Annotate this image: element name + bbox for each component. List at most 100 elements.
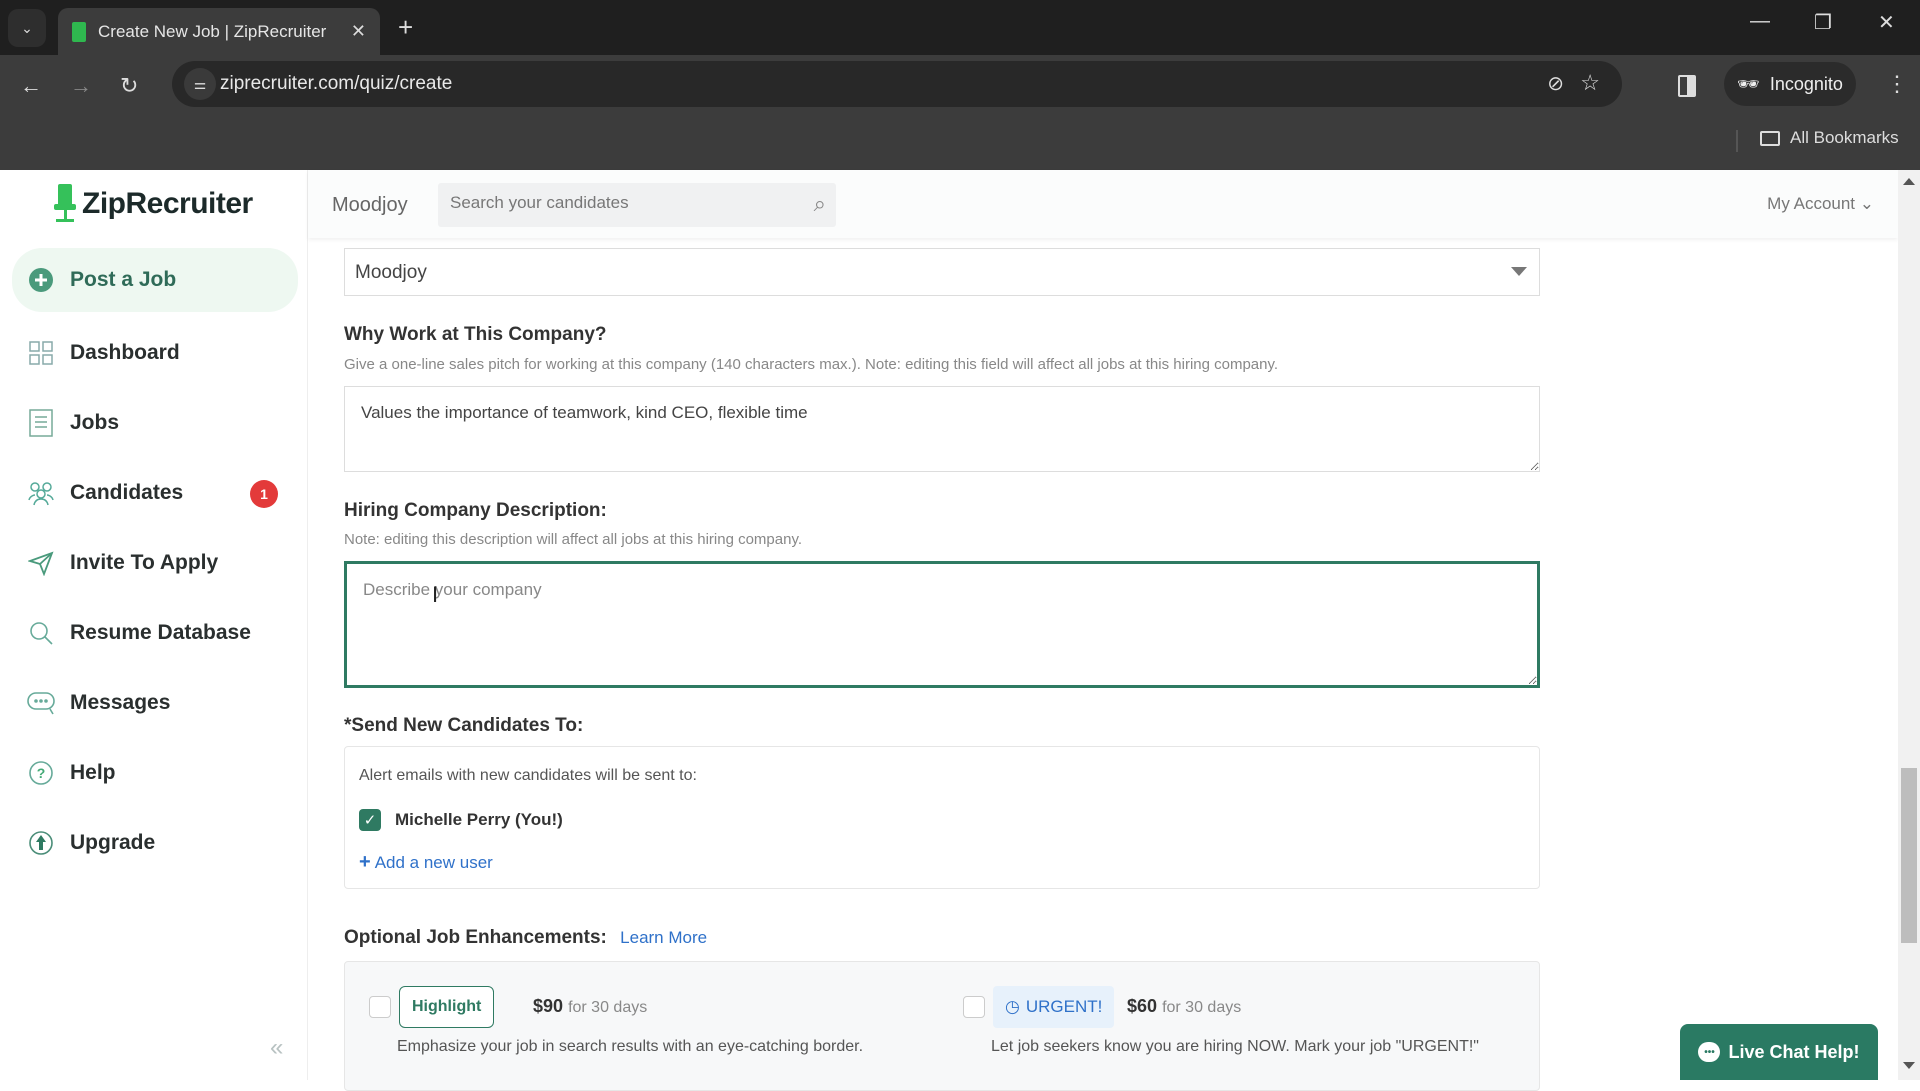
side-panel-icon[interactable] bbox=[1678, 75, 1696, 97]
add-user-label: Add a new user bbox=[374, 852, 493, 872]
scroll-up-arrow-icon[interactable] bbox=[1903, 178, 1915, 185]
add-new-user-link[interactable]: + Add a new user bbox=[359, 851, 493, 874]
why-work-textarea[interactable] bbox=[344, 386, 1540, 472]
scroll-down-arrow-icon[interactable] bbox=[1903, 1062, 1915, 1069]
recipient-checkbox[interactable]: ✓ bbox=[359, 809, 381, 831]
send-candidates-label: *Send New Candidates To: bbox=[344, 715, 584, 736]
bookmarks-bar: All Bookmarks bbox=[0, 118, 1920, 170]
browser-tab[interactable]: Create New Job | ZipRecruiter ✕ bbox=[58, 8, 380, 55]
price-period: for 30 days bbox=[568, 999, 648, 1016]
company-description-textarea[interactable] bbox=[344, 561, 1540, 688]
company-description-label: Hiring Company Description: bbox=[344, 500, 607, 521]
all-bookmarks-label: All Bookmarks bbox=[1790, 128, 1899, 147]
document-icon bbox=[26, 408, 56, 438]
chevron-down-icon: ⌄ bbox=[21, 19, 33, 36]
forward-icon[interactable]: → bbox=[70, 73, 92, 99]
all-bookmarks-button[interactable]: All Bookmarks bbox=[1760, 128, 1899, 148]
close-tab-icon[interactable]: ✕ bbox=[351, 21, 366, 42]
page: ZipRecruiter Post a Job Dashboard Jobs C… bbox=[0, 170, 1920, 1091]
sidebar-item-jobs[interactable]: Jobs bbox=[12, 388, 298, 458]
sidebar-item-label: Messages bbox=[70, 691, 171, 714]
restore-icon[interactable]: ❐ bbox=[1814, 10, 1832, 35]
eye-slash-icon[interactable]: ⊘ bbox=[1547, 71, 1564, 96]
incognito-icon: 🕶 bbox=[1737, 73, 1760, 94]
candidate-search-input[interactable] bbox=[450, 193, 790, 213]
text-cursor-icon: I bbox=[432, 582, 439, 607]
tab-search-button[interactable]: ⌄ bbox=[8, 9, 46, 47]
select-value: Moodjoy bbox=[355, 262, 427, 283]
browser-tab-bar: ⌄ Create New Job | ZipRecruiter ✕ + — ❐ … bbox=[0, 0, 1920, 55]
price-amount: $60 bbox=[1127, 996, 1158, 1016]
incognito-indicator[interactable]: 🕶 Incognito bbox=[1724, 62, 1856, 106]
url-text[interactable]: ziprecruiter.com/quiz/create bbox=[220, 73, 452, 95]
recipient-row[interactable]: ✓ Michelle Perry (You!) bbox=[359, 809, 563, 831]
logo-text: ZipRecruiter bbox=[82, 187, 253, 220]
upgrade-icon bbox=[26, 828, 56, 858]
search-icon[interactable]: ⌕ bbox=[814, 191, 826, 217]
live-chat-label: Live Chat Help! bbox=[1728, 1041, 1860, 1062]
reload-icon[interactable]: ↻ bbox=[120, 73, 138, 99]
sidebar-item-upgrade[interactable]: Upgrade bbox=[12, 808, 298, 878]
sidebar-item-messages[interactable]: Messages bbox=[12, 668, 298, 738]
urgent-price: $60 for 30 days bbox=[1127, 996, 1241, 1017]
learn-more-link[interactable]: Learn More bbox=[620, 928, 707, 947]
page-scrollbar[interactable] bbox=[1898, 170, 1920, 1080]
menu-kebab-icon[interactable]: ⋮ bbox=[1886, 71, 1908, 97]
new-tab-icon[interactable]: + bbox=[398, 12, 413, 43]
collapse-sidebar-icon[interactable]: « bbox=[270, 1034, 283, 1062]
candidate-search: ⌕ bbox=[438, 183, 836, 227]
why-work-label: Why Work at This Company? bbox=[344, 324, 607, 345]
close-window-icon[interactable]: ✕ bbox=[1878, 10, 1895, 35]
sidebar-item-invite-to-apply[interactable]: Invite To Apply bbox=[12, 528, 298, 598]
svg-text:?: ? bbox=[37, 765, 46, 781]
sidebar-item-post-a-job[interactable]: Post a Job bbox=[12, 248, 298, 312]
ziprecruiter-favicon-icon bbox=[72, 21, 86, 42]
minimize-icon[interactable]: — bbox=[1750, 10, 1770, 33]
price-period: for 30 days bbox=[1162, 999, 1242, 1016]
sidebar-item-dashboard[interactable]: Dashboard bbox=[12, 318, 298, 388]
people-icon bbox=[26, 478, 56, 508]
urgent-checkbox[interactable] bbox=[963, 996, 985, 1018]
urgent-description: Let job seekers know you are hiring NOW.… bbox=[991, 1038, 1479, 1055]
plus-circle-icon bbox=[26, 265, 56, 295]
sidebar-item-label: Resume Database bbox=[70, 621, 251, 644]
highlight-badge: Highlight bbox=[399, 986, 495, 1028]
sidebar-nav: Post a Job Dashboard Jobs Candidates 1 I… bbox=[12, 248, 298, 878]
send-icon bbox=[26, 548, 56, 578]
my-account-menu[interactable]: My Account ⌄ bbox=[1767, 194, 1874, 214]
sidebar-item-label: Candidates bbox=[70, 481, 184, 504]
clock-icon: ◷ bbox=[1005, 997, 1020, 1016]
browser-toolbar: ← → ↻ ⚌ ziprecruiter.com/quiz/create ⊘ ☆… bbox=[0, 55, 1920, 118]
highlight-description: Emphasize your job in search results wit… bbox=[397, 1038, 864, 1055]
grid-icon bbox=[26, 338, 56, 368]
sidebar-item-resume-database[interactable]: Resume Database bbox=[12, 598, 298, 668]
enhancements-title: Optional Job Enhancements: bbox=[344, 927, 607, 948]
hiring-company-select[interactable]: Moodjoy bbox=[344, 248, 1540, 296]
sidebar-item-candidates[interactable]: Candidates 1 bbox=[12, 458, 298, 528]
urgent-badge: ◷ URGENT! bbox=[993, 986, 1115, 1028]
ziprecruiter-logo[interactable]: ZipRecruiter bbox=[54, 184, 253, 224]
enhancements-box: Highlight $90 for 30 days Emphasize your… bbox=[344, 961, 1540, 1091]
why-work-hint: Give a one-line sales pitch for working … bbox=[344, 356, 1279, 373]
top-header: Moodjoy ⌕ My Account ⌄ bbox=[308, 170, 1898, 238]
back-icon[interactable]: ← bbox=[20, 73, 42, 99]
sidebar-item-label: Dashboard bbox=[70, 341, 180, 364]
site-settings-icon[interactable]: ⚌ bbox=[184, 68, 216, 100]
live-chat-button[interactable]: ••• Live Chat Help! bbox=[1680, 1024, 1878, 1080]
sidebar-item-label: Upgrade bbox=[70, 831, 156, 854]
help-icon: ? bbox=[26, 758, 56, 788]
address-bar[interactable]: ⚌ ziprecruiter.com/quiz/create ⊘ ☆ bbox=[172, 61, 1622, 107]
incognito-label: Incognito bbox=[1769, 73, 1843, 94]
price-amount: $90 bbox=[533, 996, 564, 1016]
scrollbar-thumb[interactable] bbox=[1901, 768, 1917, 943]
bookmark-star-icon[interactable]: ☆ bbox=[1580, 70, 1600, 96]
sidebar-item-help[interactable]: ? Help bbox=[12, 738, 298, 808]
sidebar-item-label: Post a Job bbox=[70, 268, 177, 291]
chair-logo-icon bbox=[54, 184, 76, 224]
sidebar-item-label: Invite To Apply bbox=[70, 551, 219, 574]
company-name: Moodjoy bbox=[332, 194, 408, 216]
chat-icon bbox=[26, 688, 56, 718]
highlight-checkbox[interactable] bbox=[369, 996, 391, 1018]
send-candidates-box: Alert emails with new candidates will be… bbox=[344, 746, 1540, 889]
plus-icon: + bbox=[359, 851, 371, 873]
